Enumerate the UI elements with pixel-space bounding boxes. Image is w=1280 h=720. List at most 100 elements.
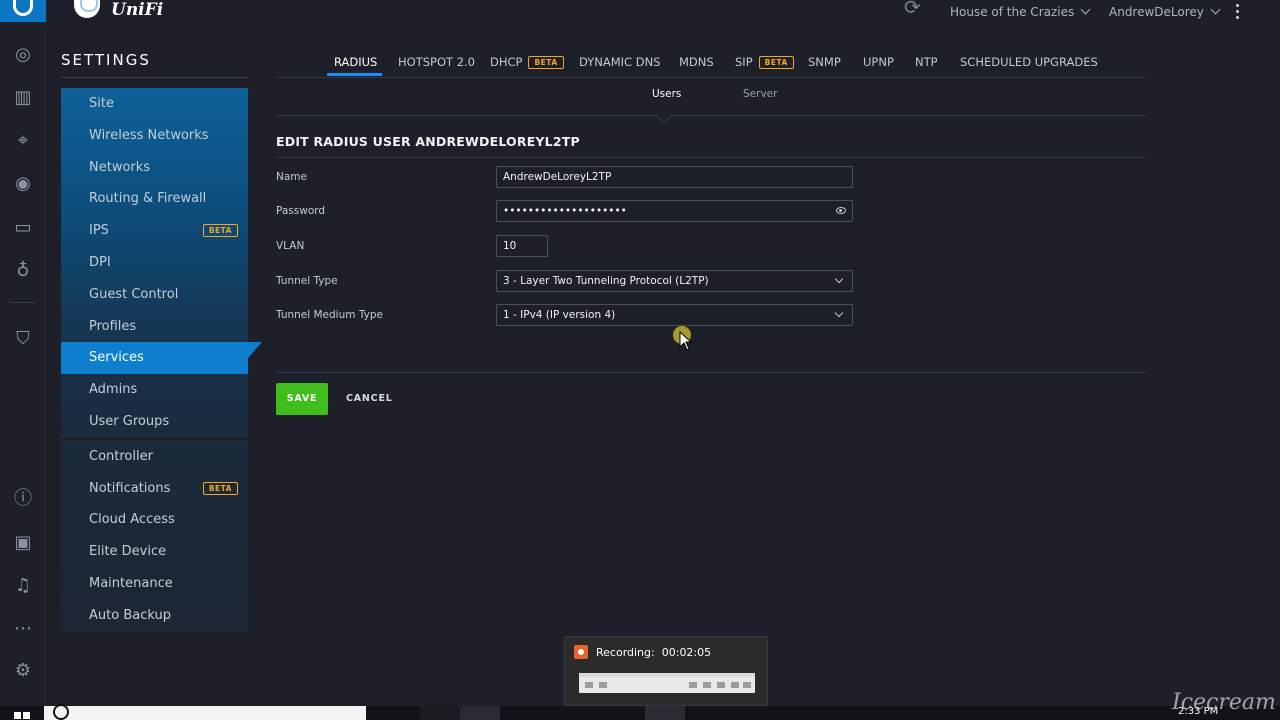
- file-explorer-icon[interactable]: [420, 706, 460, 720]
- settings-icon[interactable]: ⚙: [12, 660, 34, 682]
- tab-radius[interactable]: RADIUS: [334, 55, 377, 69]
- tab-label: SNMP: [808, 55, 841, 69]
- alerts-icon[interactable]: ♫: [12, 575, 34, 597]
- tab-hotspot-2-0[interactable]: HOTSPOT 2.0: [398, 55, 475, 69]
- devices-icon[interactable]: ◉: [12, 173, 34, 195]
- recording-status: Recording: 00:02:05: [596, 646, 711, 659]
- sidebar-item-admins[interactable]: Admins: [61, 374, 248, 406]
- events-icon[interactable]: ▣: [12, 532, 34, 554]
- refresh-icon[interactable]: ⟳: [904, 0, 928, 18]
- sidebar-item-elite-device[interactable]: Elite Device: [61, 536, 248, 568]
- tunnel-type-value: 3 - Layer Two Tunneling Protocol (L2TP): [503, 275, 709, 287]
- sidebar-item-label: DPI: [89, 254, 111, 270]
- threat-management-icon[interactable]: ⛉: [12, 328, 34, 350]
- tab-scheduled-upgrades[interactable]: SCHEDULED UPGRADES: [960, 55, 1098, 69]
- form-divider: [276, 157, 1146, 158]
- sidebar-item-wireless-networks[interactable]: Wireless Networks: [61, 120, 248, 152]
- sidebar-item-services[interactable]: Services: [61, 342, 262, 375]
- eye-icon[interactable]: [836, 207, 846, 214]
- sidebar-item-user-groups[interactable]: User Groups: [61, 406, 248, 438]
- sidebar-item-label: Auto Backup: [89, 607, 171, 623]
- windows-taskbar: 2:33 PM: [0, 704, 1280, 720]
- clients-icon[interactable]: ▭: [12, 217, 34, 239]
- store-icon[interactable]: [600, 706, 640, 720]
- sidebar-item-cloud-access[interactable]: Cloud Access: [61, 504, 248, 536]
- tab-dynamic-dns[interactable]: DYNAMIC DNS: [579, 55, 660, 69]
- tab-upnp[interactable]: UPNP: [863, 55, 894, 69]
- sidebar-item-guest-control[interactable]: Guest Control: [61, 279, 248, 311]
- task-view-icon[interactable]: [380, 706, 420, 720]
- sidebar-item-routing-and-firewall[interactable]: Routing & Firewall: [61, 183, 248, 215]
- form-title: EDIT RADIUS USER ANDREWDELOREYL2TP: [276, 134, 580, 149]
- ubiquiti-logo-icon[interactable]: [0, 0, 46, 22]
- sidebar-item-networks[interactable]: Networks: [61, 152, 248, 184]
- recorder-app-icon[interactable]: [645, 706, 685, 720]
- vlan-field[interactable]: [496, 235, 548, 257]
- subtab-server[interactable]: Server: [743, 88, 777, 100]
- site-selector[interactable]: House of the Crazies: [950, 4, 1091, 19]
- vlan-input[interactable]: [503, 240, 547, 252]
- sidebar-item-site[interactable]: Site: [61, 88, 248, 120]
- sidebar-item-label: Controller: [89, 448, 153, 464]
- statistics-icon[interactable]: ▥: [12, 87, 34, 109]
- name-input[interactable]: [503, 171, 852, 183]
- browser-icon[interactable]: [500, 706, 540, 720]
- sidebar-item-ips[interactable]: IPS BETA: [61, 215, 248, 247]
- subtab-users[interactable]: Users: [652, 88, 681, 100]
- dashboard-icon[interactable]: ◎: [12, 44, 34, 66]
- sidebar-item-notifications[interactable]: Notifications BETA: [61, 473, 248, 505]
- tunnel-type-label: Tunnel Type: [276, 275, 338, 287]
- info-icon[interactable]: ⓘ: [12, 488, 34, 510]
- insights-icon[interactable]: ♁: [12, 260, 34, 282]
- tab-mdns[interactable]: MDNS: [679, 55, 714, 69]
- radius-subtabs: Users Server: [276, 80, 1146, 116]
- password-value: ••••••••••••••••••••: [503, 205, 627, 217]
- recording-popup[interactable]: Recording: 00:02:05: [564, 636, 768, 706]
- tunnel-medium-select[interactable]: 1 - IPv4 (IP version 4): [496, 304, 853, 326]
- username: AndrewDeLorey: [1109, 5, 1204, 19]
- cancel-button[interactable]: CANCEL: [346, 393, 393, 404]
- chevron-down-icon: [1210, 4, 1221, 15]
- top-bar: UniFi ⟳ House of the Crazies AndrewDeLor…: [0, 0, 1280, 30]
- sidebar-item-maintenance[interactable]: Maintenance: [61, 568, 248, 600]
- icon-rail: ◎ ▥ ⌖ ◉ ▭ ♁ ⛉ ⓘ ▣ ♫ ⋯ ⚙: [0, 30, 46, 706]
- tab-snmp[interactable]: SNMP: [808, 55, 841, 69]
- map-icon[interactable]: ⌖: [12, 130, 34, 152]
- user-selector[interactable]: AndrewDeLorey: [1109, 4, 1221, 19]
- beta-badge: BETA: [758, 56, 794, 69]
- sidebar-item-label: IPS: [89, 223, 109, 239]
- password-label: Password: [276, 205, 326, 217]
- sidebar-item-label: Networks: [89, 159, 151, 175]
- more-menu-icon[interactable]: [1236, 4, 1240, 20]
- chevron-down-icon: [1080, 4, 1091, 15]
- tab-label: DYNAMIC DNS: [579, 55, 661, 69]
- sidebar-item-controller[interactable]: Controller: [61, 441, 248, 473]
- settings-nav-group: Controller Notifications BETA Cloud Access E…: [61, 440, 248, 632]
- recorder-thumbnail: [579, 673, 755, 693]
- name-field[interactable]: [496, 166, 853, 188]
- sidebar-item-auto-backup[interactable]: Auto Backup: [61, 600, 248, 632]
- tab-sip[interactable]: SIP BETA: [735, 55, 794, 70]
- settings-nav-group: Site Wireless Networks Networks Routing & F…: [61, 88, 262, 438]
- tab-ntp[interactable]: NTP: [915, 55, 938, 69]
- beta-badge: BETA: [528, 56, 564, 69]
- sidebar-item-profiles[interactable]: Profiles: [61, 311, 248, 343]
- taskbar-search[interactable]: [44, 706, 366, 720]
- chrome-icon[interactable]: [460, 706, 500, 720]
- settings-divider: [61, 77, 248, 78]
- password-field[interactable]: ••••••••••••••••••••: [496, 200, 853, 222]
- search-icon: [53, 704, 69, 720]
- chevron-down-icon: [834, 308, 844, 318]
- save-button[interactable]: SAVE: [276, 383, 328, 415]
- calculator-icon[interactable]: [555, 706, 595, 720]
- windows-start-icon[interactable]: [14, 712, 30, 720]
- watermark-logo: Icecream: [1172, 690, 1276, 715]
- sidebar-item-dpi[interactable]: DPI: [61, 247, 248, 279]
- sidebar-item-label: Cloud Access: [89, 512, 175, 528]
- tunnel-type-select[interactable]: 3 - Layer Two Tunneling Protocol (L2TP): [496, 270, 853, 292]
- tab-dhcp[interactable]: DHCP BETA: [490, 55, 564, 70]
- tab-label: MDNS: [679, 55, 714, 69]
- chat-icon[interactable]: ⋯: [12, 618, 34, 640]
- sidebar-item-label: Guest Control: [89, 286, 179, 302]
- mouse-cursor-icon: [679, 331, 693, 351]
